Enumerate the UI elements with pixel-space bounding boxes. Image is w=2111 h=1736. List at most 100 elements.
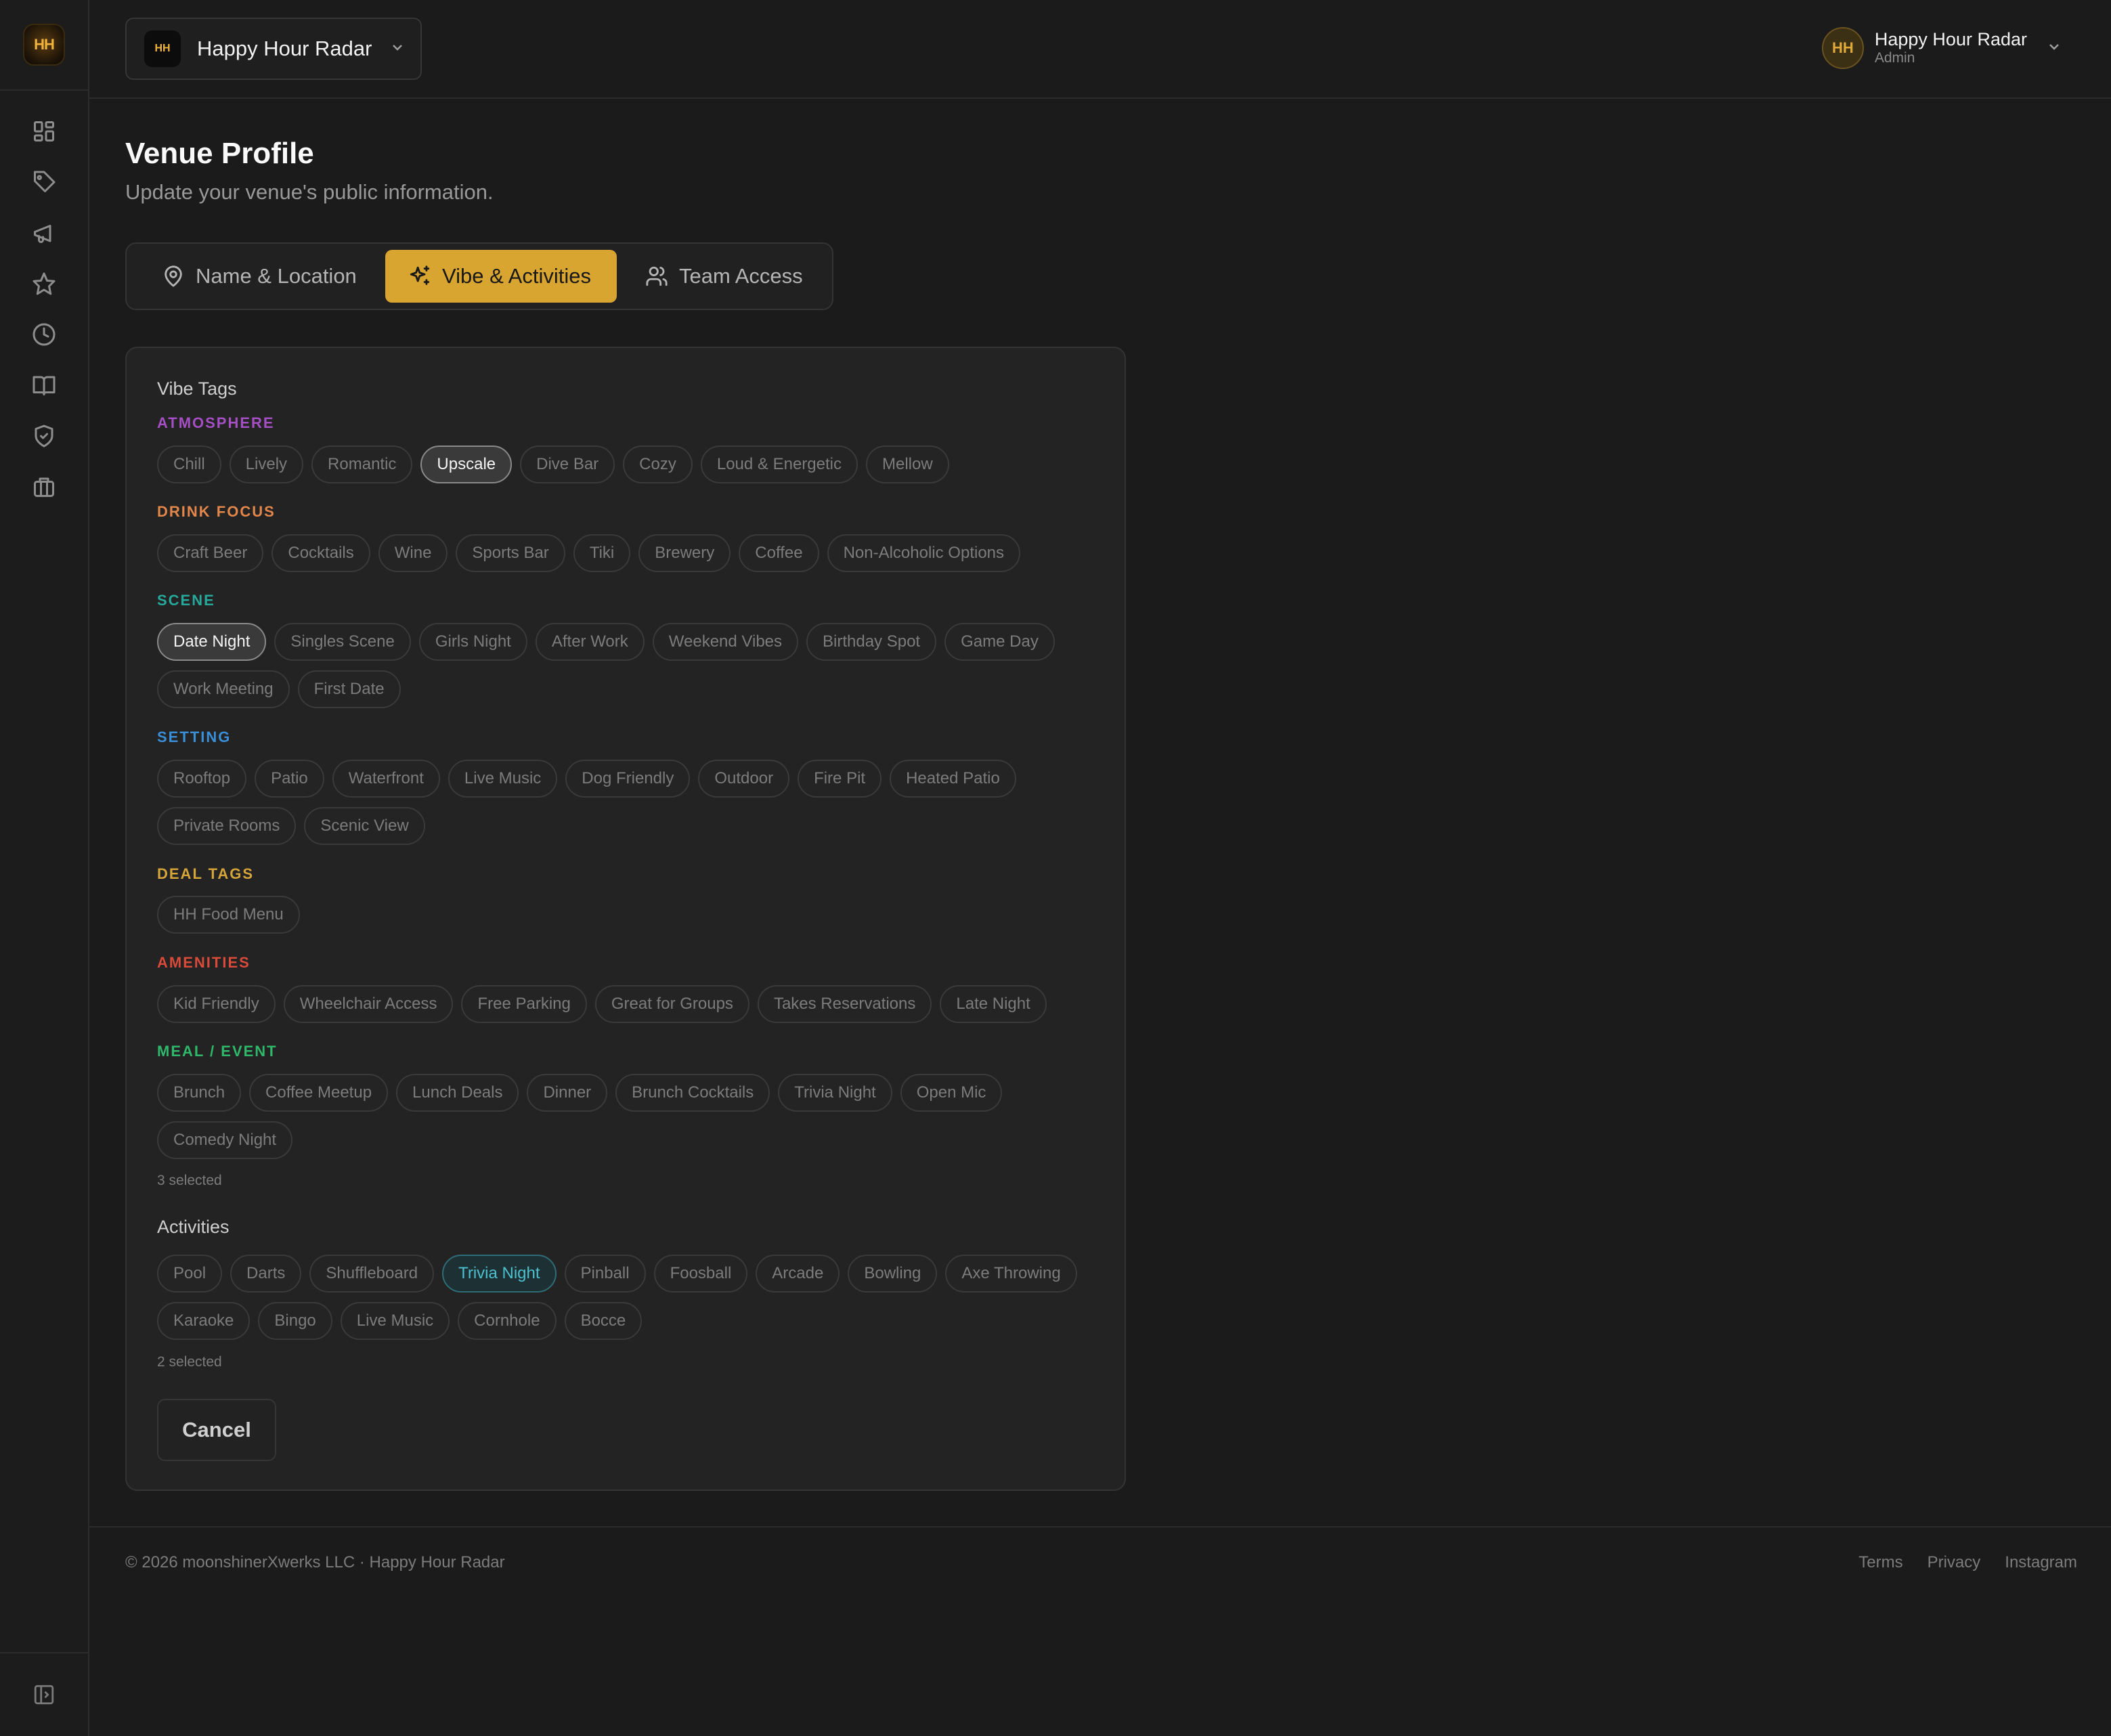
sidebar-item-dashboard[interactable] bbox=[24, 111, 64, 152]
activity-chip-bowling[interactable]: Bowling bbox=[848, 1255, 938, 1293]
tag-chip-tiki[interactable]: Tiki bbox=[573, 534, 631, 572]
star-icon bbox=[32, 272, 56, 295]
chevron-down-icon bbox=[389, 39, 406, 59]
tag-chip-patio[interactable]: Patio bbox=[255, 760, 324, 798]
category-label-meal-event: MEAL / EVENT bbox=[157, 1043, 278, 1060]
user-name: Happy Hour Radar bbox=[1874, 29, 2027, 49]
activity-chip-bocce[interactable]: Bocce bbox=[564, 1302, 643, 1340]
tag-chip-mellow[interactable]: Mellow bbox=[865, 446, 949, 483]
tag-group: Kid Friendly Wheelchair Access Free Parkin… bbox=[157, 985, 1105, 1023]
tag-chip-loud-energetic[interactable]: Loud & Energetic bbox=[700, 446, 858, 483]
tag-chip-first-date[interactable]: First Date bbox=[297, 670, 401, 708]
tag-chip-after-work[interactable]: After Work bbox=[535, 623, 645, 661]
tag-chip-chill[interactable]: Chill bbox=[157, 446, 221, 483]
tag-chip-wheelchair-access[interactable]: Wheelchair Access bbox=[283, 985, 454, 1023]
tag-chip-free-parking[interactable]: Free Parking bbox=[461, 985, 587, 1023]
sidebar-item-hours[interactable] bbox=[24, 314, 64, 355]
tag-chip-date-night[interactable]: Date Night bbox=[157, 623, 267, 661]
sidebar-toggle-button[interactable] bbox=[0, 1652, 88, 1736]
sidebar-item-promotions[interactable] bbox=[24, 213, 64, 253]
activity-chip-bingo[interactable]: Bingo bbox=[258, 1302, 332, 1340]
sidebar-item-menu[interactable] bbox=[24, 365, 64, 406]
category-label-setting: SETTING bbox=[157, 729, 232, 745]
users-icon bbox=[646, 266, 668, 286]
tag-chip-birthday-spot[interactable]: Birthday Spot bbox=[806, 623, 937, 661]
tab-vibe-activities[interactable]: Vibe & Activities bbox=[385, 250, 617, 303]
sidebar-item-deals[interactable] bbox=[24, 162, 64, 202]
tag-chip-private-rooms[interactable]: Private Rooms bbox=[157, 807, 297, 845]
tag-chip-romantic[interactable]: Romantic bbox=[311, 446, 413, 483]
tag-chip-open-mic[interactable]: Open Mic bbox=[900, 1074, 1003, 1112]
tag-chip-live-music[interactable]: Live Music bbox=[448, 760, 558, 798]
activity-chip-shuffleboard[interactable]: Shuffleboard bbox=[309, 1255, 435, 1293]
activity-chip-pinball[interactable]: Pinball bbox=[564, 1255, 646, 1293]
tag-icon bbox=[34, 171, 56, 192]
tag-chip-wine[interactable]: Wine bbox=[378, 534, 448, 572]
tag-chip-heated-patio[interactable]: Heated Patio bbox=[890, 760, 1016, 798]
activity-chip-pool[interactable]: Pool bbox=[157, 1255, 223, 1293]
tag-chip-takes-reservations[interactable]: Takes Reservations bbox=[757, 985, 932, 1023]
tag-chip-coffee-meetup[interactable]: Coffee Meetup bbox=[249, 1074, 389, 1112]
tag-chip-brewery[interactable]: Brewery bbox=[638, 534, 731, 572]
tag-chip-singles-scene[interactable]: Singles Scene bbox=[274, 623, 411, 661]
tag-chip-work-meeting[interactable]: Work Meeting bbox=[157, 670, 290, 708]
tag-chip-scenic-view[interactable]: Scenic View bbox=[304, 807, 425, 845]
tab-team-access[interactable]: Team Access bbox=[617, 250, 822, 303]
activities-selected-count: 2 selected bbox=[157, 1354, 222, 1370]
tag-chip-fire-pit[interactable]: Fire Pit bbox=[798, 760, 882, 798]
activity-chip-cornhole[interactable]: Cornhole bbox=[458, 1302, 557, 1340]
user-info: Happy Hour Radar Admin bbox=[1875, 29, 2027, 67]
tag-chip-great-for-groups[interactable]: Great for Groups bbox=[594, 985, 749, 1023]
tag-chip-dinner[interactable]: Dinner bbox=[527, 1074, 608, 1112]
tag-chip-weekend-vibes[interactable]: Weekend Vibes bbox=[652, 623, 799, 661]
tag-chip-dive-bar[interactable]: Dive Bar bbox=[520, 446, 615, 483]
tag-chip-waterfront[interactable]: Waterfront bbox=[332, 760, 440, 798]
sidebar: HH bbox=[0, 0, 89, 1736]
tag-chip-game-day[interactable]: Game Day bbox=[944, 623, 1055, 661]
tag-chip-coffee[interactable]: Coffee bbox=[739, 534, 819, 572]
venue-logo: HH bbox=[144, 30, 181, 67]
tag-group: Date Night Singles Scene Girls Night After … bbox=[157, 623, 1105, 708]
tag-chip-cozy[interactable]: Cozy bbox=[623, 446, 693, 483]
tag-chip-trivia-night[interactable]: Trivia Night bbox=[778, 1074, 892, 1112]
activity-chip-karaoke[interactable]: Karaoke bbox=[157, 1302, 251, 1340]
footer-link-privacy[interactable]: Privacy bbox=[1928, 1553, 1981, 1572]
tag-chip-non-alcoholic-options[interactable]: Non-Alcoholic Options bbox=[827, 534, 1021, 572]
activity-tag-group: Pool Darts Shuffleboard Trivia Night Pinball… bbox=[157, 1255, 1105, 1340]
sidebar-item-business[interactable] bbox=[24, 466, 64, 507]
tag-chip-kid-friendly[interactable]: Kid Friendly bbox=[157, 985, 276, 1023]
activity-chip-darts[interactable]: Darts bbox=[230, 1255, 302, 1293]
tag-chip-rooftop[interactable]: Rooftop bbox=[157, 760, 247, 798]
tag-chip-brunch-cocktails[interactable]: Brunch Cocktails bbox=[615, 1074, 770, 1112]
footer-link-instagram[interactable]: Instagram bbox=[2005, 1553, 2077, 1572]
tag-chip-girls-night[interactable]: Girls Night bbox=[418, 623, 527, 661]
activity-chip-foosball[interactable]: Foosball bbox=[653, 1255, 748, 1293]
cancel-button[interactable]: Cancel bbox=[157, 1399, 276, 1461]
app-logo[interactable]: HH bbox=[23, 24, 65, 66]
tag-chip-late-night[interactable]: Late Night bbox=[940, 985, 1047, 1023]
user-menu[interactable]: HH Happy Hour Radar Admin bbox=[1821, 26, 2062, 70]
sidebar-item-reviews[interactable] bbox=[24, 263, 64, 304]
tag-chip-comedy-night[interactable]: Comedy Night bbox=[157, 1121, 293, 1159]
tag-chip-upscale[interactable]: Upscale bbox=[420, 446, 513, 483]
activity-chip-trivia-night[interactable]: Trivia Night bbox=[442, 1255, 557, 1293]
activity-chip-live-music[interactable]: Live Music bbox=[340, 1302, 450, 1340]
venue-switcher[interactable]: HH Happy Hour Radar bbox=[125, 18, 422, 80]
activity-chip-axe-throwing[interactable]: Axe Throwing bbox=[945, 1255, 1077, 1293]
tag-chip-craft-beer[interactable]: Craft Beer bbox=[157, 534, 264, 572]
tag-chip-sports-bar[interactable]: Sports Bar bbox=[456, 534, 565, 572]
shield-check-icon bbox=[35, 425, 53, 448]
tag-group: Brunch Coffee Meetup Lunch Deals Dinner Brun… bbox=[157, 1074, 1105, 1159]
tag-chip-brunch[interactable]: Brunch bbox=[157, 1074, 242, 1112]
tag-chip-outdoor[interactable]: Outdoor bbox=[698, 760, 790, 798]
tag-chip-cocktails[interactable]: Cocktails bbox=[271, 534, 370, 572]
tag-chip-hh-food-menu[interactable]: HH Food Menu bbox=[157, 896, 300, 934]
tab-name-location[interactable]: Name & Location bbox=[132, 250, 385, 303]
footer-link-terms[interactable]: Terms bbox=[1858, 1553, 1902, 1572]
activity-chip-arcade[interactable]: Arcade bbox=[756, 1255, 840, 1293]
sidebar-item-verification[interactable] bbox=[24, 416, 64, 456]
tag-chip-lively[interactable]: Lively bbox=[229, 446, 304, 483]
tag-chip-dog-friendly[interactable]: Dog Friendly bbox=[565, 760, 691, 798]
sidebar-nav bbox=[0, 91, 88, 517]
tag-chip-lunch-deals[interactable]: Lunch Deals bbox=[396, 1074, 519, 1112]
